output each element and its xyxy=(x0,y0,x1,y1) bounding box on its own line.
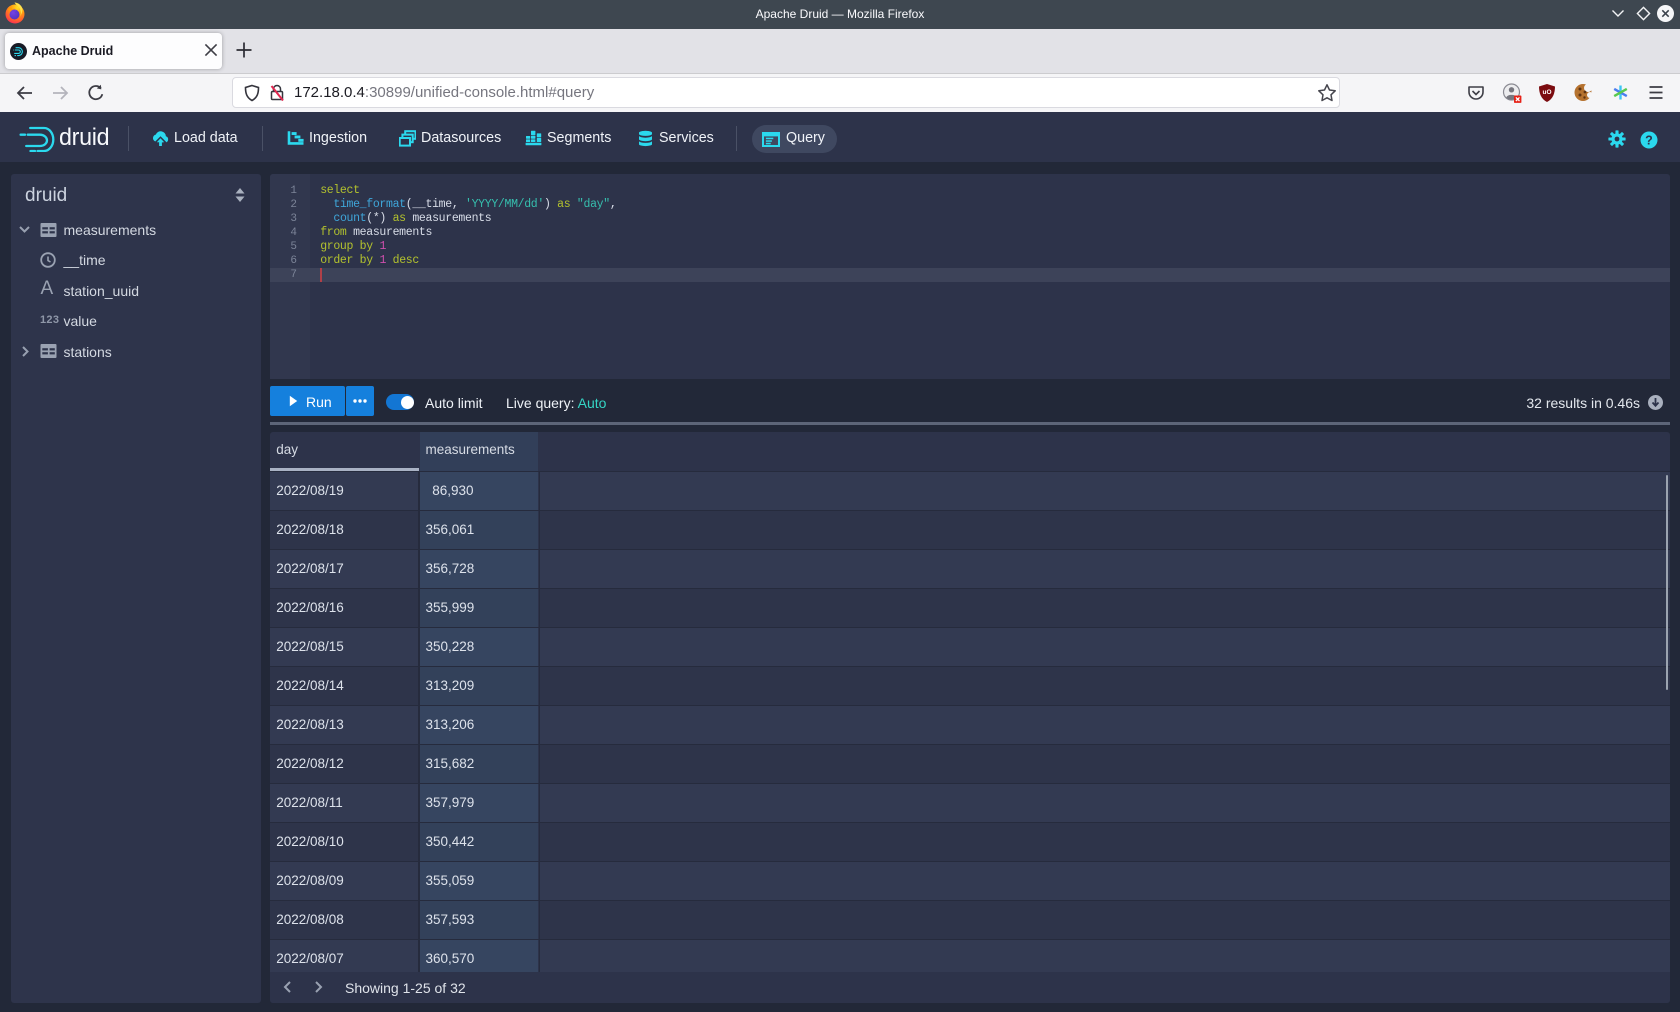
svg-text:?: ? xyxy=(1645,134,1653,148)
svg-text:uO: uO xyxy=(1542,89,1551,96)
